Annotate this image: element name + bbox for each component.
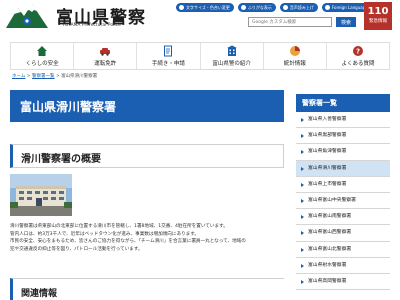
read-aloud-button[interactable]: 音声読み上げ (279, 3, 318, 12)
sidebar-item-kamiichi[interactable]: 富山県上市警察署 (296, 177, 390, 193)
overview-section-heading: 滑川警察署の概要 (10, 144, 284, 168)
nav-item-safety[interactable]: くらしの安全 (10, 43, 75, 69)
arrow-right-icon (301, 198, 304, 203)
sidebar-item-label: 富山県入善警察署 (308, 117, 347, 122)
read-aloud-label: 音声読み上げ (289, 5, 314, 10)
furigana-icon (240, 5, 246, 10)
arrow-right-icon (301, 263, 304, 268)
nav-label-license: 運転免許 (94, 61, 117, 67)
sidebar-item-toyama-minami[interactable]: 富山県富山南警察署 (296, 209, 390, 226)
sidebar-item-label: 富山県魚津警察署 (308, 149, 347, 155)
utility-links: 文字サイズ・色合い変更 ふりがな表示 音声読み上げ Foreign Langua… (176, 3, 372, 12)
sidebar-item-takaoka[interactable]: 富山県高岡警察署 (296, 274, 390, 291)
related-title: 関連情報 (21, 289, 58, 299)
emergency-badge-number: 110 (367, 6, 389, 17)
breadcrumb-home-link[interactable]: ホーム (12, 74, 25, 79)
sidebar-title: 警察署一覧 (296, 94, 390, 112)
nav-label-about: 富山県警の紹介 (212, 61, 251, 67)
sidebar-item-imizu[interactable]: 富山県射水警察署 (296, 258, 390, 274)
related-info-heading: 関連情報 (10, 278, 284, 300)
site-logo[interactable]: 富山県警察 TOYAMA Prefectural Police (4, 2, 145, 32)
nav-item-procedures[interactable]: 手続き・申請 (137, 43, 201, 69)
station-list-sidebar: 警察署一覧 富山県入善警察署 富山県黒部警察署 富山県魚津警察署 富山県滑川警察… (296, 94, 390, 291)
arrow-right-icon (301, 247, 304, 252)
text-size-icon (179, 5, 184, 10)
sidebar-item-label: 富山県富山西警察署 (308, 230, 352, 236)
nav-item-statistics[interactable]: 統計情報 (264, 43, 327, 69)
sidebar-item-kurobe[interactable]: 富山県黒部警察署 (296, 128, 390, 145)
page-title: 富山県滑川警察署 (20, 100, 117, 114)
text-size-button[interactable]: 文字サイズ・色合い変更 (176, 3, 234, 12)
emergency-info-badge[interactable]: 110 緊急情報 (364, 2, 392, 30)
chart-icon (289, 46, 300, 56)
breadcrumb-station-list-link[interactable]: 警察署一覧 (32, 74, 55, 79)
arrow-right-icon (301, 150, 304, 155)
arrow-right-icon (301, 231, 304, 236)
sidebar-item-label: 富山県射水警察署 (308, 262, 347, 268)
nav-item-license[interactable]: 運転免許 (74, 43, 138, 69)
svg-text:?: ? (356, 48, 360, 56)
sidebar-item-toyama-kita[interactable]: 富山県富山北警察署 (296, 242, 390, 258)
breadcrumb: ホーム > 警察署一覧 > 富山県滑川警察署 (12, 73, 97, 79)
police-emblem-icon (6, 4, 48, 28)
site-header: 富山県警察 TOYAMA Prefectural Police 文字サイズ・色合… (0, 0, 400, 40)
arrow-right-icon (301, 134, 304, 139)
sidebar-item-label: 富山県高岡警察署 (308, 278, 347, 284)
sidebar-item-label: 富山県上市警察署 (308, 181, 347, 187)
car-icon (100, 48, 111, 56)
globe-icon (324, 5, 330, 10)
nav-item-about[interactable]: 富山県警の紹介 (201, 43, 264, 69)
section-title: 滑川警察署の概要 (21, 154, 101, 165)
overview-body: 滑川警察署は県東部山の北東部に位置する滑川市を管轄し、1署8地域、1交番、4駐在… (10, 223, 286, 253)
police-station-photo (10, 174, 72, 216)
page-title-bar: 富山県滑川警察署 (10, 90, 284, 122)
sidebar-item-label: 富山県富山南警察署 (308, 214, 352, 220)
arrow-right-icon (301, 166, 304, 171)
text-size-label: 文字サイズ・色合い変更 (186, 5, 230, 10)
furigana-label: ふりがな表示 (247, 5, 272, 10)
sidebar-item-namerikawa[interactable]: 富山県滑川警察署 (296, 160, 390, 177)
overview-paragraph: 滑川警察署は県東部山の北東部に位置する滑川市を管轄し、1署8地域、1交番、4駐在… (10, 224, 228, 229)
overview-paragraph: 管内人口は、約3万3千人で、近年はベッドタウン化が進み、事業数は増加傾向にありま… (10, 231, 199, 237)
arrow-right-icon (301, 215, 304, 220)
arrow-right-icon (301, 182, 304, 187)
logo-subtitle: TOYAMA Prefectural Police (62, 23, 121, 28)
emergency-badge-label: 緊急情報 (369, 19, 387, 24)
sidebar-item-label: 富山県富山北警察署 (308, 246, 352, 252)
breadcrumb-current: 富山県滑川警察署 (61, 74, 98, 79)
building-icon (226, 45, 237, 56)
overview-paragraph: 市民の安全、安心をまもるため、皆さんのご協力を得ながら、「チーム滑川」を合言葉に… (10, 239, 246, 245)
sidebar-item-label: 富山県富山中央警察署 (308, 197, 356, 203)
document-icon (164, 45, 173, 57)
arrow-right-icon (301, 118, 304, 122)
site-search: 検索 (248, 17, 356, 27)
nav-label-safety: くらしの安全 (25, 61, 59, 67)
nav-item-faq[interactable]: ? よくある質問 (327, 43, 391, 69)
sidebar-item-toyama-nishi[interactable]: 富山県富山西警察署 (296, 225, 390, 242)
sidebar-item-nyuzen[interactable]: 富山県入善警察署 (296, 112, 390, 129)
nav-label-statistics: 統計情報 (283, 61, 306, 67)
arrow-right-icon (301, 279, 304, 284)
furigana-button[interactable]: ふりがな表示 (237, 3, 276, 12)
nav-label-procedures: 手続き・申請 (151, 61, 185, 67)
search-button[interactable]: 検索 (336, 17, 356, 27)
home-icon (37, 46, 48, 56)
sidebar-item-label: 富山県黒部警察署 (308, 133, 347, 139)
question-icon: ? (352, 46, 363, 56)
foreign-language-label: Foreign Language (331, 5, 368, 10)
sidebar-item-label: 富山県滑川警察署 (308, 165, 347, 171)
speaker-icon (282, 5, 288, 10)
sidebar-item-uozu[interactable]: 富山県魚津警察署 (296, 144, 390, 161)
sidebar-item-toyama-chuo[interactable]: 富山県富山中央警察署 (296, 193, 390, 210)
overview-paragraph: 犯や交通違反の抑止等を図り、パトロール活動を行っています。 (10, 246, 143, 252)
global-nav: くらしの安全 運転免許 手続き・申請 富山県警の紹介 統計情報 ? よくある質問 (10, 42, 391, 70)
search-input[interactable] (248, 17, 332, 27)
nav-label-faq: よくある質問 (341, 61, 375, 67)
